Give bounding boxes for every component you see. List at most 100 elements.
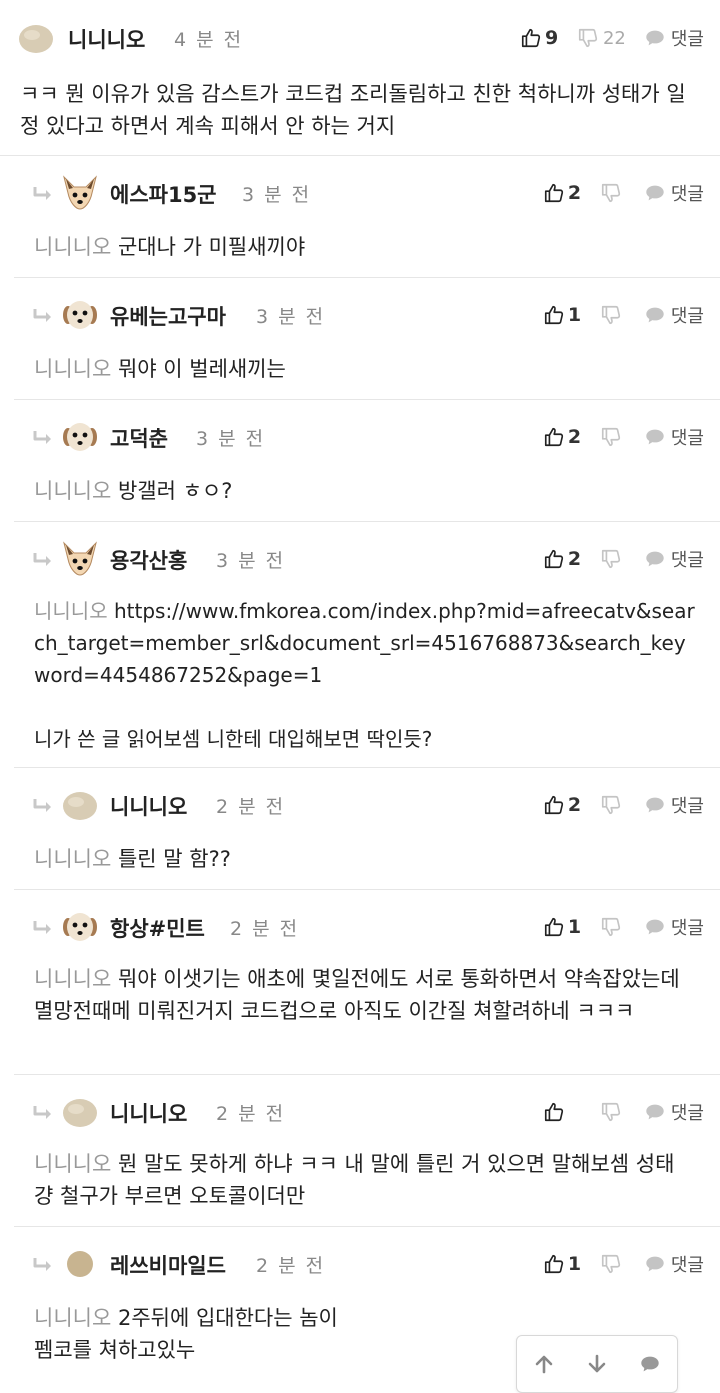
timestamp: 2 분 전 [216,1103,286,1125]
reply-button[interactable]: 댓글 [644,792,704,818]
arrow-down-icon[interactable] [586,1353,608,1375]
upvote-count: 1 [567,304,582,326]
reply-label: 댓글 [670,184,704,205]
reply-label: 댓글 [670,428,704,449]
comment-body: 뭔 말도 못하게 하냐 ㅋㅋ 내 말에 틀린 거 있으면 말해보셈 성태 걍 철… [34,1152,682,1208]
thumbs-down-icon[interactable] [600,916,622,938]
floating-nav-bar [516,1335,678,1393]
timestamp: 2 분 전 [216,796,286,818]
avatar[interactable] [62,541,98,577]
comment-text: 니니니오 뭔 말도 못하게 하냐 ㅋㅋ 내 말에 틀린 거 있으면 말해보셈 성… [34,1148,700,1212]
reply-arrow-icon [30,795,56,817]
author-nickname[interactable]: 레쓰비마일드 [110,1250,226,1280]
author-nickname[interactable]: 에스파15군 [110,179,217,209]
upvote-count: 1 [567,916,582,938]
avatar[interactable] [62,297,98,333]
thumbs-up-icon[interactable] [520,27,542,49]
mention[interactable]: 니니니오 [34,847,111,871]
comment-text: 니니니오 틀린 말 함?? [34,843,700,875]
author-nickname[interactable]: 니니니오 [110,1098,187,1128]
thumbs-up-icon[interactable] [543,548,565,570]
speech-bubble-icon [644,1253,666,1275]
upvote-count: 1 [567,1253,582,1275]
speech-bubble-icon [644,304,666,326]
reply-label: 댓글 [670,550,704,571]
thumbs-up-icon[interactable] [543,304,565,326]
speech-bubble-icon [644,916,666,938]
timestamp: 3 분 전 [216,550,286,572]
reply-button[interactable]: 댓글 [644,25,704,51]
avatar[interactable] [62,1094,98,1130]
reply-item: 유베는고구마 3 분 전 1 댓글 니니니오 뭐야 이 벌레새끼는 [14,277,720,400]
comment-text: 니니니오 군대나 가 미필새끼야 [34,231,700,263]
thumbs-up-icon[interactable] [543,1101,565,1123]
reply-item: 용각산홍 3 분 전 2 댓글 니니니오 https://www.fmkorea… [14,521,720,768]
comment-text: 니니니오 https://www.fmkorea.com/index.php?m… [34,595,700,755]
thumbs-up-icon[interactable] [543,916,565,938]
thumbs-down-icon[interactable] [577,27,599,49]
comment-body: 뭐야 이 벌레새끼는 [117,357,286,381]
author-nickname[interactable]: 니니니오 [68,24,145,54]
reply-button[interactable]: 댓글 [644,914,704,940]
avatar[interactable] [62,1246,98,1282]
reply-arrow-icon [30,1254,56,1276]
reply-arrow-icon [30,549,56,571]
reply-button[interactable]: 댓글 [644,546,704,572]
comment-body: 뭐야 이샛기는 애초에 몇일전에도 서로 통화하면서 약속잡았는데 멸망전때메 … [34,967,687,1023]
thumbs-up-icon[interactable] [543,426,565,448]
avatar[interactable] [62,175,98,211]
thumbs-down-icon[interactable] [600,182,622,204]
thumbs-up-icon[interactable] [543,794,565,816]
reply-button[interactable]: 댓글 [644,424,704,450]
author-nickname[interactable]: 항상#민트 [110,913,205,943]
upvote-count: 2 [567,426,582,448]
mention[interactable]: 니니니오 [34,235,111,259]
reply-label: 댓글 [670,918,704,939]
reply-item: 항상#민트 2 분 전 1 댓글 니니니오 뭐야 이샛기는 애초에 몇일전에도 … [14,889,720,1075]
author-nickname[interactable]: 니니니오 [110,791,187,821]
thumbs-down-icon[interactable] [600,1101,622,1123]
reply-item: 니니니오 2 분 전 2 댓글 니니니오 틀린 말 함?? [14,767,720,890]
speech-bubble-icon [644,1101,666,1123]
reply-button[interactable]: 댓글 [644,302,704,328]
mention[interactable]: 니니니오 [34,479,111,503]
avatar[interactable] [62,909,98,945]
timestamp: 4 분 전 [174,29,244,51]
avatar[interactable] [62,787,98,823]
reply-label: 댓글 [670,29,704,50]
reply-button[interactable]: 댓글 [644,180,704,206]
timestamp: 2 분 전 [230,918,300,940]
comment-body: ㅋㅋ 뭔 이유가 있음 감스트가 코드컵 조리돌림하고 친한 척하니까 성태가 … [20,82,686,138]
author-nickname[interactable]: 유베는고구마 [110,301,226,331]
thumbs-up-icon[interactable] [543,182,565,204]
mention[interactable]: 니니니오 [34,357,111,381]
mention[interactable]: 니니니오 [34,1306,111,1330]
comment-body: 틀린 말 함?? [117,847,231,871]
reply-arrow-icon [30,183,56,205]
thumbs-down-icon[interactable] [600,1253,622,1275]
reply-button[interactable]: 댓글 [644,1099,704,1125]
avatar[interactable] [62,419,98,455]
author-nickname[interactable]: 고덕춘 [110,423,168,453]
mention[interactable]: 니니니오 [34,967,111,991]
timestamp: 2 분 전 [256,1255,326,1277]
thumbs-down-icon[interactable] [600,794,622,816]
speech-bubble-icon [644,27,666,49]
comment-text: ㅋㅋ 뭔 이유가 있음 감스트가 코드컵 조리돌림하고 친한 척하니까 성태가 … [20,78,700,142]
thumbs-down-icon[interactable] [600,426,622,448]
avatar[interactable] [18,20,54,56]
author-nickname[interactable]: 용각산홍 [110,545,187,575]
mention[interactable]: 니니니오 [34,1152,111,1176]
comment-icon[interactable] [639,1353,661,1375]
reply-label: 댓글 [670,306,704,327]
reply-button[interactable]: 댓글 [644,1251,704,1277]
thumbs-up-icon[interactable] [543,1253,565,1275]
arrow-up-icon[interactable] [533,1353,555,1375]
timestamp: 3 분 전 [242,184,312,206]
reply-arrow-icon [30,305,56,327]
thumbs-down-icon[interactable] [600,304,622,326]
speech-bubble-icon [644,794,666,816]
thumbs-down-icon[interactable] [600,548,622,570]
speech-bubble-icon [644,182,666,204]
mention[interactable]: 니니니오 [34,599,108,623]
